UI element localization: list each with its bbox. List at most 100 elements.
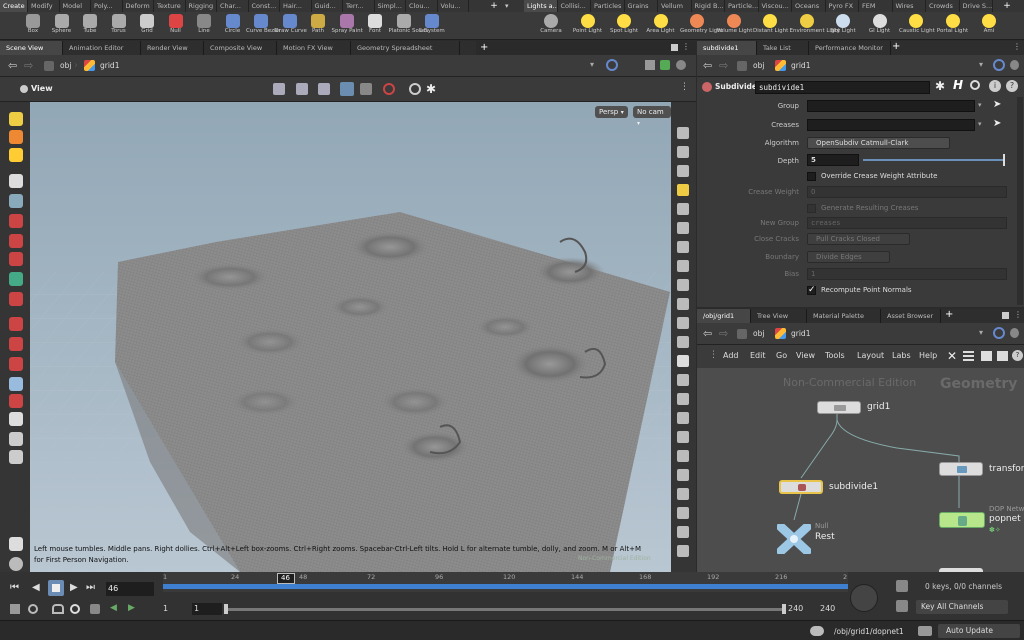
forward-arrow-icon[interactable]: ⇨ xyxy=(719,59,728,72)
shelf-tab[interactable]: Clou... xyxy=(406,0,438,12)
right-tool-icon[interactable] xyxy=(677,203,689,215)
group-select-arrow-icon[interactable]: ➤ xyxy=(993,99,1001,110)
display-icon[interactable] xyxy=(660,60,670,70)
record-icon[interactable] xyxy=(409,83,421,95)
override-checkbox[interactable] xyxy=(807,172,816,181)
pane-tab[interactable]: Take List xyxy=(757,41,809,55)
shelf-tab[interactable]: Modify xyxy=(28,0,60,12)
settings-icon[interactable] xyxy=(90,604,100,614)
path-obj[interactable]: obj xyxy=(60,61,71,70)
param-pane-menu-icon[interactable]: ⋮ xyxy=(1013,42,1021,51)
tool-button[interactable]: Platonic Solids xyxy=(389,12,428,40)
shelf-tab[interactable]: Guid... xyxy=(312,0,343,12)
viewport[interactable]: Persp ▾ No cam ▾ Left mouse tumbles. Mid… xyxy=(30,102,671,572)
camera-menu[interactable]: No cam ▾ xyxy=(633,106,671,127)
network-pane-add-tab[interactable]: + xyxy=(945,309,953,320)
tile-view-icon[interactable] xyxy=(997,351,1008,361)
network-menu-item[interactable]: Tools xyxy=(825,351,845,360)
help-icon[interactable]: ? xyxy=(1012,350,1023,361)
left-tool-icon[interactable] xyxy=(9,148,23,162)
left-tool-icon[interactable] xyxy=(9,394,23,408)
right-tool-icon[interactable] xyxy=(677,127,689,139)
key-icon[interactable] xyxy=(10,604,20,614)
range-start-field[interactable]: 1 xyxy=(192,603,222,615)
light-tool-button[interactable]: Camera xyxy=(534,12,568,40)
grid-node[interactable] xyxy=(817,401,861,414)
node-name-field[interactable]: subdivide1 xyxy=(755,81,930,94)
null-node[interactable] xyxy=(776,522,812,556)
no-entry-icon[interactable] xyxy=(383,83,395,95)
pane-tab[interactable]: Material Palette xyxy=(807,309,881,323)
right-tool-icon[interactable] xyxy=(677,374,689,386)
new-group-field[interactable]: creases xyxy=(807,217,1007,229)
light-tool-button[interactable]: Ami xyxy=(972,12,1006,40)
shelf-tab[interactable]: Volu... xyxy=(438,0,469,12)
light-tool-button[interactable]: Area Light xyxy=(644,12,678,40)
algorithm-dropdown[interactable]: OpenSubdiv Catmull-Clark xyxy=(807,137,950,149)
left-tool-icon[interactable] xyxy=(9,292,23,306)
left-tool-icon[interactable] xyxy=(9,377,23,391)
link-icon[interactable] xyxy=(993,59,1005,71)
pane-tab[interactable]: Geometry Spreadsheet xyxy=(351,41,460,55)
tool-button[interactable]: Path xyxy=(303,12,333,40)
right-tool-icon[interactable] xyxy=(677,526,689,538)
pane-tab[interactable]: Composite View xyxy=(204,41,277,55)
persp-menu[interactable]: Persp ▾ xyxy=(595,106,628,118)
network-menu-item[interactable]: Add xyxy=(723,351,739,360)
back-arrow-icon[interactable]: ⇦ xyxy=(703,59,712,72)
light-tool-button[interactable]: Point Light xyxy=(571,12,605,40)
param-path-node[interactable]: grid1 xyxy=(791,61,810,70)
light-tool-button[interactable]: Distant Light xyxy=(753,12,788,40)
tool-button[interactable]: Spray Paint xyxy=(332,12,363,40)
tool-button[interactable]: Draw Curve xyxy=(275,12,307,40)
pin-icon[interactable] xyxy=(1010,60,1019,70)
keyframe-next-icon[interactable]: ▶ xyxy=(128,603,135,613)
range-start-handle[interactable] xyxy=(224,604,228,614)
display-tool-icon[interactable] xyxy=(9,557,23,571)
path-node[interactable]: grid1 xyxy=(100,61,119,70)
right-tool-icon[interactable] xyxy=(677,545,689,557)
group-field[interactable] xyxy=(807,100,975,112)
pane-tab[interactable]: Motion FX View xyxy=(277,41,351,55)
info-icon[interactable]: i xyxy=(989,80,1001,92)
left-tool-icon[interactable] xyxy=(9,252,23,266)
forward-arrow-icon[interactable]: ⇨ xyxy=(24,59,33,72)
pane-tab[interactable]: Animation Editor xyxy=(63,41,141,55)
right-tool-icon[interactable] xyxy=(677,355,689,367)
shelf-tab[interactable]: Oceans xyxy=(792,0,826,12)
network-pane-menu-icon[interactable]: ⋮ xyxy=(1014,310,1022,319)
shelf-tab[interactable]: Texture xyxy=(154,0,186,12)
shelf-tab[interactable]: Viscou... xyxy=(759,0,792,12)
bias-field[interactable]: 1 xyxy=(807,268,1007,280)
link-icon[interactable] xyxy=(993,327,1005,339)
range-end-handle[interactable] xyxy=(782,604,786,614)
pin-icon[interactable] xyxy=(676,60,686,70)
path-dropdown-icon[interactable]: ▾ xyxy=(979,60,983,69)
audio-scrub-icon[interactable] xyxy=(850,584,878,612)
generate-creases-checkbox[interactable] xyxy=(807,204,816,213)
creases-field[interactable] xyxy=(807,119,975,131)
param-path-obj[interactable]: obj xyxy=(753,61,764,70)
right-tool-icon[interactable] xyxy=(677,488,689,500)
jump-start-icon[interactable]: ⏮ xyxy=(10,582,19,593)
vis-tool-icon[interactable] xyxy=(340,82,354,96)
left-tool-icon[interactable] xyxy=(9,272,23,286)
pane-tab[interactable]: Asset Browser xyxy=(881,309,941,323)
snapshot-tool-icon[interactable] xyxy=(9,537,23,551)
shelf-tab[interactable]: FEM xyxy=(859,0,893,12)
viewport-menu-icon[interactable]: ⋮ xyxy=(680,82,690,94)
crease-weight-field[interactable]: 0 xyxy=(807,186,1007,198)
param-help-icon[interactable]: ? xyxy=(1006,80,1018,92)
right-tool-icon[interactable] xyxy=(677,393,689,405)
pane-tab[interactable]: subdivide1 xyxy=(697,41,757,55)
light-tool-button[interactable]: Spot Light xyxy=(607,12,641,40)
end-frame-field[interactable]: 240 xyxy=(820,604,835,613)
audio-icon[interactable] xyxy=(70,604,80,614)
link-icon[interactable] xyxy=(606,59,618,71)
realtime-icon[interactable] xyxy=(52,604,64,614)
pane-tab[interactable]: Render View xyxy=(141,41,204,55)
path-dropdown-icon[interactable]: ▾ xyxy=(979,328,983,337)
stop-icon[interactable] xyxy=(48,580,64,596)
shelf-tab[interactable]: Simpl... xyxy=(375,0,406,12)
depth-slider[interactable] xyxy=(863,159,1005,161)
